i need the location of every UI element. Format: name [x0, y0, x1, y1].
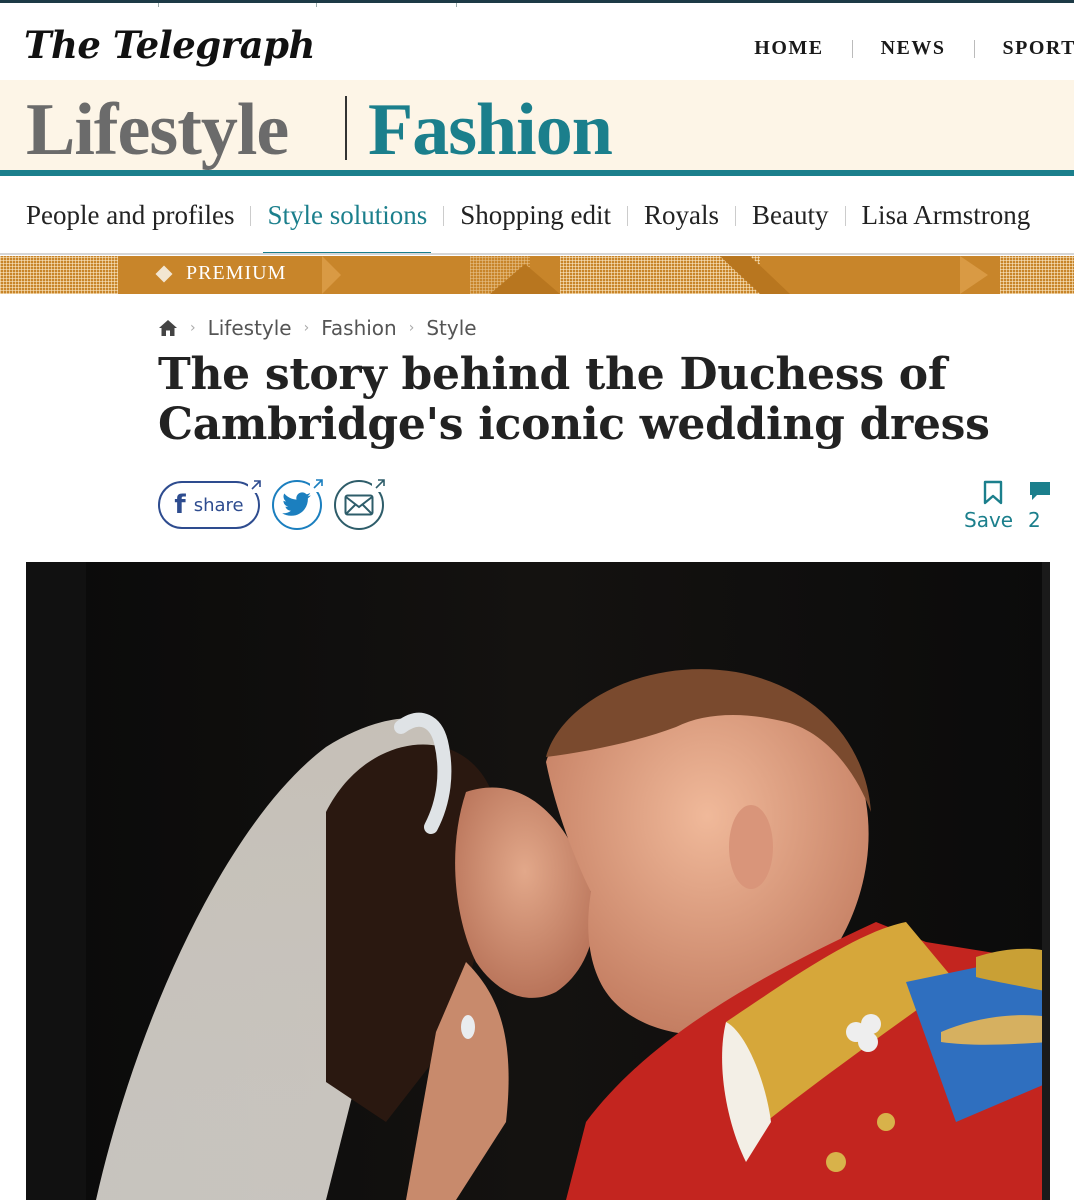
section-banner: Lifestyle Fashion [0, 80, 1074, 176]
hero-image [26, 562, 1050, 1200]
chevron-right-icon: › [303, 320, 310, 336]
subnav-item-beauty[interactable]: Beauty [752, 200, 828, 231]
top-nav: HOME NEWS SPORT [726, 37, 1074, 60]
comment-count[interactable]: 2 [1028, 508, 1041, 532]
external-link-icon [310, 476, 326, 492]
masthead: The Telegraph HOME NEWS SPORT [0, 0, 1074, 80]
article-headline: The story behind the Duchess of Cambridg… [158, 349, 990, 450]
chevron-right-icon: › [408, 320, 415, 336]
facebook-share-button[interactable]: f share [158, 477, 264, 529]
divider [735, 205, 737, 226]
diamond-icon [155, 265, 173, 282]
section-subnav: People and profiles Style solutions Shop… [0, 182, 1074, 255]
breadcrumb: › Lifestyle › Fashion › Style [158, 316, 477, 340]
chevron-right-icon: › [190, 320, 196, 336]
subnav-item-people[interactable]: People and profiles [26, 200, 234, 231]
subnav-item-lisa-armstrong[interactable]: Lisa Armstrong [862, 200, 1031, 231]
premium-banner: PREMIUM [0, 256, 1074, 294]
divider [316, 3, 317, 7]
external-link-icon [248, 477, 264, 493]
section-parent[interactable]: Lifestyle [26, 88, 289, 173]
email-icon [344, 494, 374, 516]
divider [443, 205, 445, 226]
divider [456, 3, 457, 7]
nav-home[interactable]: HOME [726, 37, 851, 60]
twitter-share-button[interactable] [272, 476, 326, 530]
breadcrumb-fashion[interactable]: Fashion [321, 316, 397, 340]
facebook-icon: f [174, 490, 186, 520]
breadcrumb-style[interactable]: Style [426, 316, 476, 340]
breadcrumb-lifestyle[interactable]: Lifestyle [208, 316, 292, 340]
email-share-button[interactable] [334, 476, 388, 530]
bookmark-icon[interactable] [982, 480, 1004, 506]
subnav-item-royals[interactable]: Royals [644, 200, 719, 231]
divider [345, 96, 347, 160]
comment-icon[interactable] [1028, 480, 1052, 504]
nav-sport[interactable]: SPORT [975, 37, 1074, 60]
external-link-icon [372, 476, 388, 492]
share-bar: f share [158, 476, 388, 530]
wedding-kiss-photo [26, 562, 1050, 1200]
home-icon[interactable] [158, 318, 178, 338]
divider [627, 205, 628, 226]
divider [844, 205, 846, 226]
divider [250, 205, 252, 226]
article-tools: Save 2 [964, 478, 1050, 534]
premium-label: PREMIUM [186, 262, 287, 284]
twitter-icon [282, 492, 311, 516]
nav-news[interactable]: NEWS [853, 37, 974, 60]
subnav-item-style-solutions[interactable]: Style solutions [263, 200, 432, 253]
save-button[interactable]: Save [964, 508, 1013, 532]
site-logo[interactable]: The Telegraph [24, 23, 315, 67]
section-title[interactable]: Fashion [368, 88, 613, 173]
facebook-share-label: share [193, 494, 244, 516]
subnav-item-shopping-edit[interactable]: Shopping edit [460, 200, 611, 231]
divider [158, 3, 159, 7]
